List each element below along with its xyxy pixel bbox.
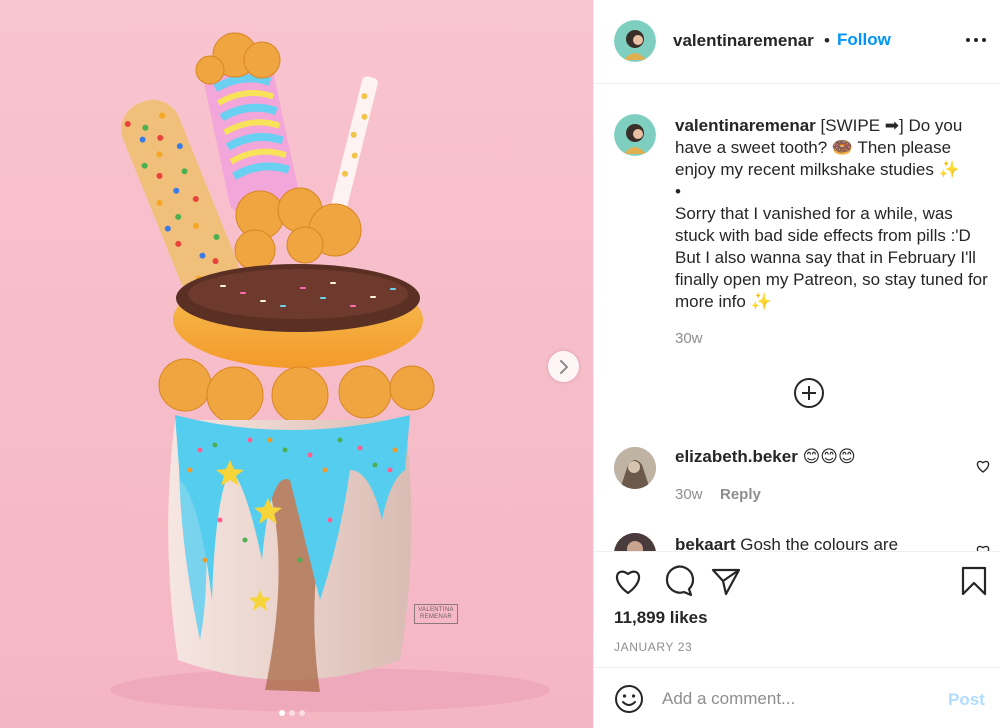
post-comment-button[interactable]: Post: [948, 690, 985, 710]
carousel-dots: [279, 710, 305, 716]
comment-timestamp[interactable]: 30w: [675, 486, 703, 503]
header-separator: •: [824, 31, 830, 50]
post-header: valentinaremenar • Follow: [594, 0, 1000, 84]
post-image[interactable]: VALENTINA REMENAR: [0, 0, 593, 728]
chevron-right-icon: [559, 359, 568, 374]
heart-icon[interactable]: [612, 565, 644, 597]
next-slide-button[interactable]: [548, 351, 579, 382]
post-caption: valentinaremenar [SWIPE ➡] Do you have a…: [675, 115, 993, 313]
artist-signature: VALENTINA REMENAR: [414, 604, 458, 624]
add-comment-bar: Post: [594, 667, 1000, 728]
author-avatar[interactable]: [614, 20, 656, 62]
heart-icon[interactable]: [975, 543, 991, 551]
carousel-dot: [279, 710, 285, 716]
caption-line: •: [675, 182, 681, 201]
likes-count[interactable]: 11,899 likes: [614, 608, 708, 628]
reply-button[interactable]: Reply: [720, 486, 761, 503]
emoji-icon[interactable]: [614, 684, 644, 714]
comment-body: 😊😊😊: [802, 447, 856, 466]
commenter-username[interactable]: bekaart: [675, 535, 735, 551]
milkshake-artwork: [0, 0, 593, 728]
commenter-avatar[interactable]: [614, 533, 656, 551]
comment-icon[interactable]: [662, 565, 694, 597]
caption-username[interactable]: valentinaremenar: [675, 116, 816, 135]
post-sidebar: valentinaremenar • Follow valentinaremen…: [593, 0, 1000, 728]
post-actions: 11,899 likes JANUARY 23: [594, 551, 1000, 667]
load-more-comments-icon[interactable]: [793, 377, 825, 409]
more-dots-icon[interactable]: [965, 30, 987, 50]
commenter-avatar[interactable]: [614, 447, 656, 489]
comments-section[interactable]: valentinaremenar [SWIPE ➡] Do you have a…: [594, 85, 1000, 551]
heart-icon[interactable]: [975, 458, 991, 474]
comment-input[interactable]: [662, 686, 932, 712]
author-username[interactable]: valentinaremenar: [673, 31, 814, 51]
carousel-dot: [299, 710, 305, 716]
caption-author-avatar[interactable]: [614, 114, 656, 156]
share-icon[interactable]: [710, 565, 742, 597]
commenter-username[interactable]: elizabeth.beker: [675, 447, 798, 466]
comment-text: bekaart Gosh the colours are: [675, 535, 898, 551]
follow-button[interactable]: Follow: [837, 30, 891, 50]
bookmark-icon[interactable]: [958, 565, 990, 597]
post-date[interactable]: JANUARY 23: [614, 640, 692, 654]
comment-text: elizabeth.beker 😊😊😊: [675, 447, 856, 467]
caption-line: Sorry that I vanished for a while, was s…: [675, 204, 988, 311]
caption-timestamp[interactable]: 30w: [675, 330, 703, 347]
carousel-dot: [289, 710, 295, 716]
comment-body: Gosh the colours are: [740, 535, 899, 551]
